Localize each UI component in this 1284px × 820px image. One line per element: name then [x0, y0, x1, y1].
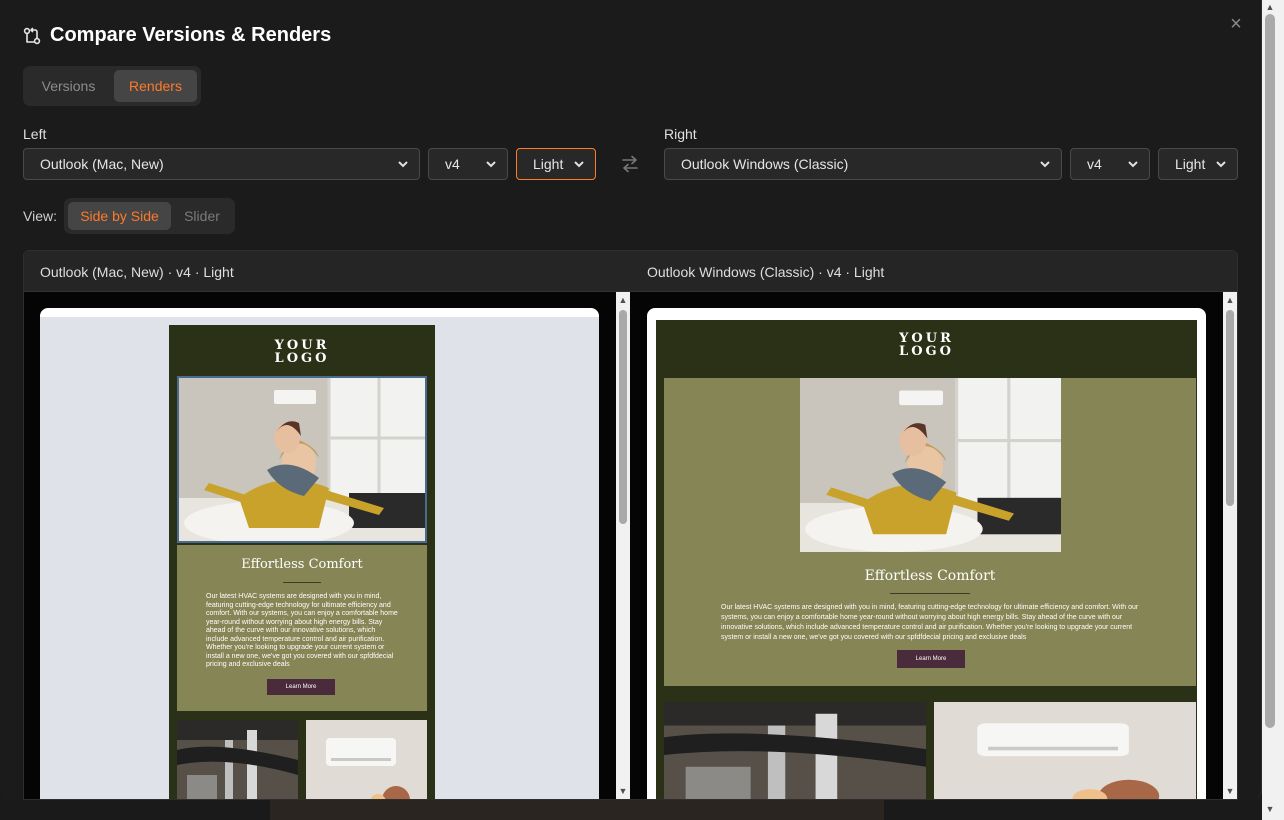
dialog-title: Compare Versions & Renders: [50, 24, 332, 46]
mode-tabs: Versions Renders: [23, 66, 201, 106]
left-theme-select[interactable]: Light: [516, 148, 596, 180]
chevron-down-icon: [574, 161, 584, 168]
render-compare-panel: Outlook (Mac, New) · v4 · Light Outlook …: [23, 250, 1238, 800]
view-label: View:: [23, 208, 57, 224]
left-label: Left: [23, 126, 47, 142]
view-slider[interactable]: Slider: [173, 202, 231, 230]
scroll-up-arrow-icon[interactable]: ▲: [1265, 2, 1275, 12]
chevron-down-icon: [398, 161, 408, 168]
chevron-down-icon: [1216, 161, 1226, 168]
chevron-down-icon: [486, 161, 496, 168]
swap-horizontal-icon[interactable]: [620, 155, 640, 173]
right-render-pane[interactable]: YOUR LOGO Effortless Comfort Our latest …: [630, 292, 1224, 799]
heading-divider: [283, 582, 321, 583]
left-learn-more-button[interactable]: Learn More: [267, 679, 335, 695]
close-icon[interactable]: ×: [1226, 14, 1246, 34]
left-content-block: Effortless Comfort Our latest HVAC syste…: [177, 545, 427, 711]
left-pane-scrollbar[interactable]: ▲ ▼: [616, 292, 630, 799]
left-grid-image-1: [177, 720, 298, 799]
panel-header: Outlook (Mac, New) · v4 · Light Outlook …: [24, 251, 1237, 292]
view-side-by-side[interactable]: Side by Side: [68, 202, 171, 230]
right-client-value: Outlook Windows (Classic): [681, 156, 849, 172]
left-version-select[interactable]: v4: [428, 148, 508, 180]
scroll-thumb[interactable]: [1265, 14, 1275, 728]
right-label: Right: [664, 126, 697, 142]
left-version-value: v4: [445, 156, 460, 172]
compare-icon: [23, 27, 41, 44]
chevron-down-icon: [1040, 161, 1050, 168]
right-theme-value: Light: [1175, 156, 1206, 172]
right-hero-image: [800, 378, 1061, 552]
right-grid-image-1: [664, 702, 926, 799]
left-email-heading: Effortless Comfort: [241, 557, 363, 572]
chevron-down-icon: [1128, 161, 1138, 168]
logo-line-2: LOGO: [274, 351, 330, 366]
page-backdrop: [270, 800, 884, 820]
compare-dialog: Compare Versions & Renders × Versions Re…: [0, 0, 1262, 800]
left-email-logo: YOUR LOGO: [169, 339, 435, 365]
left-hero-image: [177, 376, 427, 543]
right-email-canvas: YOUR LOGO Effortless Comfort Our latest …: [647, 308, 1206, 799]
tab-renders[interactable]: Renders: [114, 70, 197, 102]
right-email-body: YOUR LOGO Effortless Comfort Our latest …: [656, 320, 1197, 799]
left-client-value: Outlook (Mac, New): [40, 156, 164, 172]
left-theme-value: Light: [533, 156, 564, 172]
right-learn-more-button[interactable]: Learn More: [897, 650, 965, 668]
tab-versions[interactable]: Versions: [27, 70, 110, 102]
left-email-canvas: YOUR LOGO Effortless Comfort Our latest …: [40, 308, 599, 799]
scroll-down-arrow-icon[interactable]: ▼: [618, 786, 628, 796]
page-scrollbar[interactable]: ▲ ▼: [1262, 0, 1284, 820]
dialog-header: Compare Versions & Renders: [23, 24, 331, 47]
left-email-body-text: Our latest HVAC systems are designed wit…: [206, 593, 398, 668]
heading-divider: [890, 593, 970, 594]
right-version-select[interactable]: v4: [1070, 148, 1150, 180]
view-mode-toggle: Side by Side Slider: [64, 198, 235, 234]
left-render-caption: Outlook (Mac, New) · v4 · Light: [40, 264, 234, 280]
right-grid-image-2: [934, 702, 1196, 799]
right-version-value: v4: [1087, 156, 1102, 172]
right-email-body-text: Our latest HVAC systems are designed wit…: [721, 604, 1139, 641]
scroll-down-arrow-icon[interactable]: ▼: [1225, 786, 1235, 796]
right-client-select[interactable]: Outlook Windows (Classic): [664, 148, 1062, 180]
scroll-thumb[interactable]: [1226, 310, 1234, 506]
right-content-block: Effortless Comfort Our latest HVAC syste…: [664, 378, 1196, 686]
logo-line-2: LOGO: [899, 344, 954, 359]
left-grid-image-2: [306, 720, 427, 799]
scroll-thumb[interactable]: [619, 310, 627, 524]
scroll-up-arrow-icon[interactable]: ▲: [618, 295, 628, 305]
right-theme-select[interactable]: Light: [1158, 148, 1238, 180]
scroll-up-arrow-icon[interactable]: ▲: [1225, 295, 1235, 305]
right-render-caption: Outlook Windows (Classic) · v4 · Light: [647, 264, 885, 280]
scroll-down-arrow-icon[interactable]: ▼: [1265, 804, 1275, 814]
right-email-heading: Effortless Comfort: [864, 568, 996, 584]
left-client-select[interactable]: Outlook (Mac, New): [23, 148, 420, 180]
left-email-body: YOUR LOGO Effortless Comfort Our latest …: [169, 325, 435, 799]
right-pane-scrollbar[interactable]: ▲ ▼: [1223, 292, 1237, 799]
right-email-logo: YOUR LOGO: [656, 332, 1197, 358]
left-render-pane[interactable]: YOUR LOGO Effortless Comfort Our latest …: [24, 292, 618, 799]
